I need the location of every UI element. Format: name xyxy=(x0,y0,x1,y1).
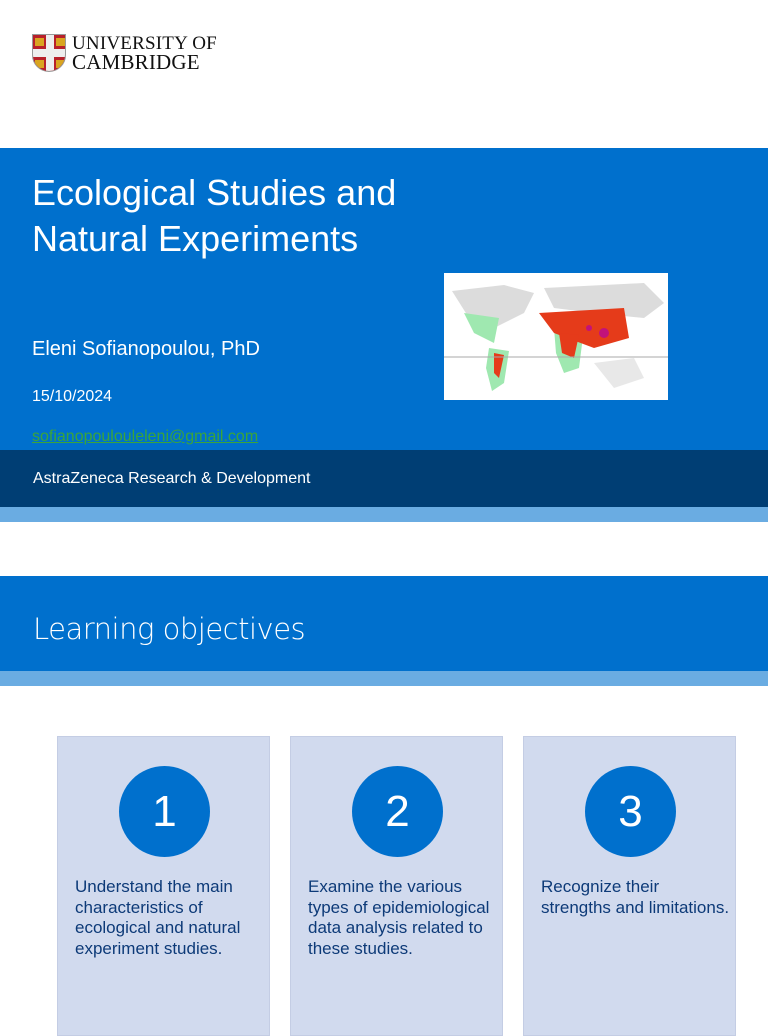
presentation-title: Ecological Studies and Natural Experiment… xyxy=(32,172,397,259)
divider-band xyxy=(0,671,768,686)
world-map-image xyxy=(444,273,668,400)
email-link[interactable]: sofianopoulouleleni@gmail.com xyxy=(32,428,258,446)
objective-card: 1 Understand the main characteristics of… xyxy=(57,736,270,1036)
objective-text: Examine the various types of epidemiolog… xyxy=(308,877,490,958)
university-logo: UNIVERSITY OF CAMBRIDGE xyxy=(32,34,217,74)
objective-text: Understand the main characteristics of e… xyxy=(75,877,241,958)
logo-line-2: CAMBRIDGE xyxy=(72,50,200,74)
crest-icon xyxy=(32,34,66,72)
objective-card: 2 Examine the various types of epidemiol… xyxy=(290,736,503,1036)
author-name: Eleni Sofianopoulou, PhD xyxy=(32,338,260,360)
objective-number: 1 xyxy=(119,766,210,857)
objective-number: 2 xyxy=(352,766,443,857)
objective-number: 3 xyxy=(585,766,676,857)
presentation-date: 15/10/2024 xyxy=(32,388,113,405)
organization-label: AstraZeneca Research & Development xyxy=(33,470,311,487)
objective-text: Recognize their strengths and limitation… xyxy=(541,877,730,917)
objective-card: 3 Recognize their strengths and limitati… xyxy=(523,736,736,1036)
divider-band xyxy=(0,507,768,522)
section-title: Learning objectives xyxy=(33,612,306,646)
